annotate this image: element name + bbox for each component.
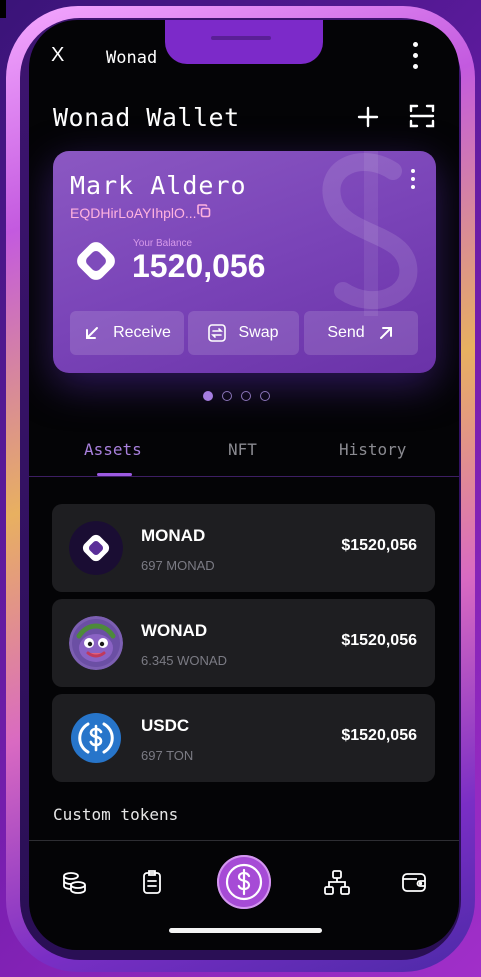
pager-dot[interactable] <box>203 391 213 401</box>
arrow-up-right-icon <box>379 327 392 339</box>
receive-label: Receive <box>113 324 171 341</box>
bottom-nav-divider <box>29 840 459 841</box>
wallet-card: Mark Aldero EQDHirLoAYIhplO... Your Bala… <box>53 151 436 373</box>
home-indicator <box>169 928 322 933</box>
wallet-icon[interactable] <box>400 868 428 896</box>
asset-amount: 697 TON <box>141 748 194 763</box>
wallet-address: EQDHirLoAYIhplO... <box>70 205 197 221</box>
copy-icon[interactable] <box>197 204 211 218</box>
balance-value: 1520,056 <box>132 248 266 284</box>
custom-tokens-heading: Custom tokens <box>53 805 179 824</box>
pager-dot[interactable] <box>241 391 251 401</box>
asset-value: $1520,056 <box>341 632 417 649</box>
receive-button[interactable]: Receive <box>70 311 184 355</box>
wonad-logo-icon <box>77 242 115 280</box>
monad-token-icon <box>69 521 123 575</box>
dollar-button[interactable] <box>217 855 271 909</box>
tab-nft[interactable]: NFT <box>228 440 257 459</box>
wonad-token-icon <box>69 616 123 670</box>
asset-row-monad[interactable]: MONAD 697 MONAD $1520,056 <box>52 504 435 592</box>
phone-screen: X Wonad Wonad Wallet Mark Aldero EQDHirL… <box>29 20 459 950</box>
swap-button[interactable]: Swap <box>188 311 299 355</box>
send-label: Send <box>327 324 365 341</box>
app-title: Wonad <box>106 48 158 68</box>
notch <box>165 20 323 64</box>
asset-amount: 697 MONAD <box>141 558 215 573</box>
close-button[interactable]: X <box>51 44 64 67</box>
corner-mark <box>0 0 6 18</box>
page-title: Wonad Wallet <box>53 103 240 132</box>
swap-icon <box>208 324 227 342</box>
more-menu-icon[interactable] <box>412 42 420 75</box>
asset-row-usdc[interactable]: USDC 697 TON $1520,056 <box>52 694 435 782</box>
tab-history[interactable]: History <box>339 440 406 459</box>
tabs-divider <box>29 476 459 477</box>
swap-label: Swap <box>238 324 279 341</box>
asset-value: $1520,056 <box>341 727 417 744</box>
speaker-grill <box>211 36 271 40</box>
card-pager[interactable] <box>203 391 270 401</box>
scan-icon[interactable] <box>408 102 436 130</box>
account-name: Mark Aldero <box>70 171 247 200</box>
asset-amount: 6.345 WONAD <box>141 653 227 668</box>
asset-name: WONAD <box>141 621 208 640</box>
plus-icon[interactable] <box>356 105 380 129</box>
asset-value: $1520,056 <box>341 537 417 554</box>
coins-icon[interactable] <box>60 868 88 896</box>
usdc-token-icon <box>71 713 121 763</box>
clipboard-icon[interactable] <box>138 868 166 896</box>
send-button[interactable]: Send <box>304 311 418 355</box>
dollar-icon <box>225 863 263 901</box>
asset-row-wonad[interactable]: WONAD 6.345 WONAD $1520,056 <box>52 599 435 687</box>
pager-dot[interactable] <box>260 391 270 401</box>
arrow-down-left-icon <box>86 327 99 339</box>
tab-assets[interactable]: Assets <box>84 440 142 459</box>
asset-name: MONAD <box>141 526 206 545</box>
asset-name: USDC <box>141 716 190 735</box>
card-menu-icon[interactable] <box>411 169 417 193</box>
network-icon[interactable] <box>323 868 351 896</box>
pager-dot[interactable] <box>222 391 232 401</box>
